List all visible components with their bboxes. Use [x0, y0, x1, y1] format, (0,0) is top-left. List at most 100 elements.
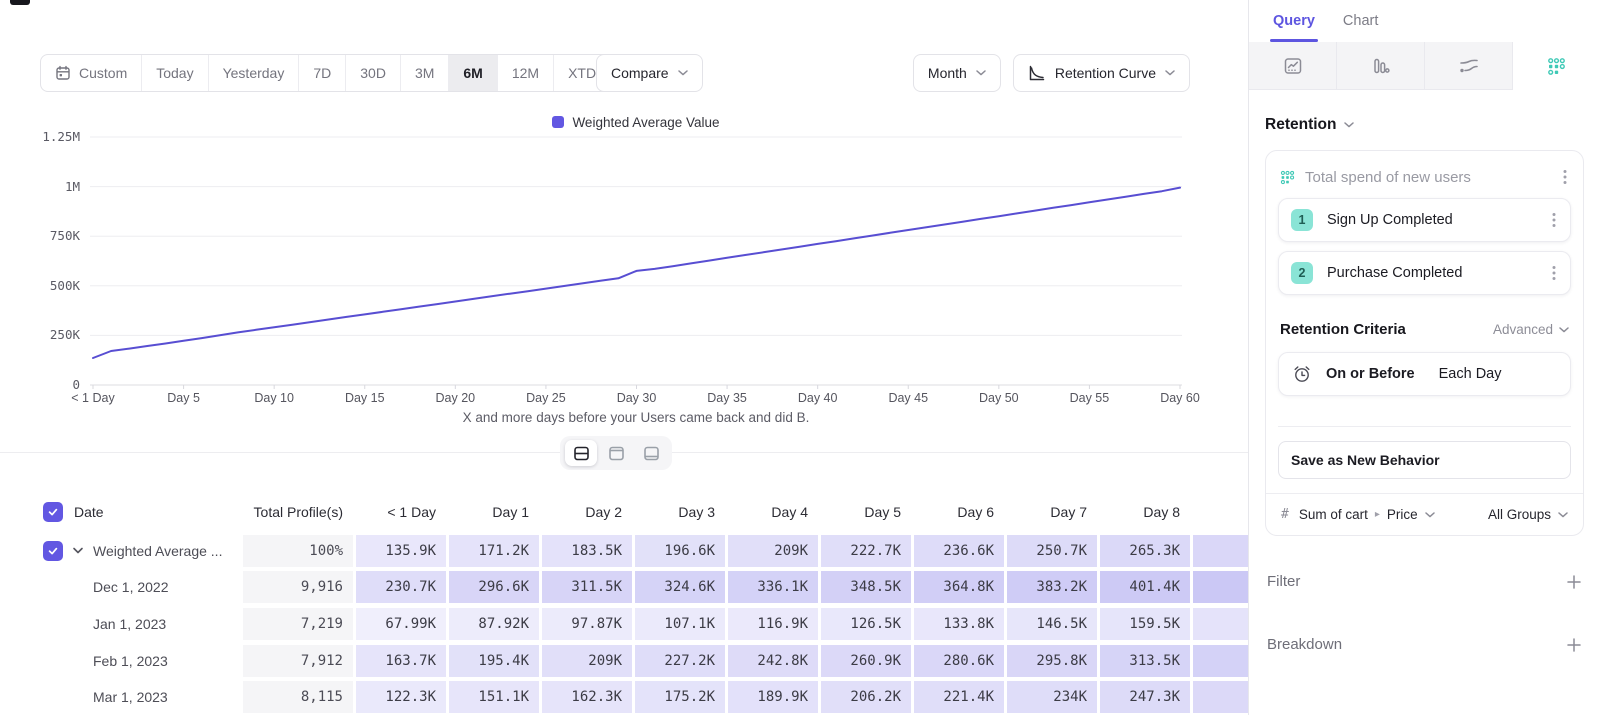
- retention-cell[interactable]: 348.5K: [821, 571, 911, 603]
- retention-cell[interactable]: 227.2K: [635, 645, 725, 677]
- retention-cell[interactable]: 206.2K: [821, 681, 911, 713]
- retention-cell[interactable]: 171.2K: [449, 535, 539, 567]
- timing-dropdown[interactable]: On or Before: [1326, 366, 1415, 382]
- range-option-12m[interactable]: 12M: [498, 55, 554, 91]
- retention-cell[interactable]: 67.99K: [356, 608, 446, 640]
- retention-cell-clipped[interactable]: [1193, 645, 1248, 677]
- kebab-menu-icon[interactable]: [1561, 167, 1569, 187]
- retention-cell[interactable]: 97.87K: [542, 608, 632, 640]
- advanced-dropdown[interactable]: Advanced: [1493, 322, 1569, 337]
- retention-cell[interactable]: 159.5K: [1100, 608, 1190, 640]
- retention-line-chart[interactable]: [0, 130, 1248, 400]
- group-dropdown[interactable]: All Groups: [1488, 507, 1568, 522]
- retention-timing-row[interactable]: On or Before Each Day: [1278, 352, 1571, 396]
- save-as-new-behavior-button[interactable]: Save as New Behavior: [1278, 441, 1571, 479]
- expand-chevron-icon[interactable]: [72, 547, 84, 555]
- retention-cell[interactable]: 230.7K: [356, 571, 446, 603]
- chart-type-dropdown[interactable]: Retention Curve: [1013, 54, 1190, 92]
- retention-cell[interactable]: 242.8K: [728, 645, 818, 677]
- tab-chart[interactable]: Chart: [1343, 0, 1378, 42]
- retention-cell[interactable]: 222.7K: [821, 535, 911, 567]
- query-section-dropdown[interactable]: Retention: [1265, 116, 1584, 134]
- range-option-30d[interactable]: 30D: [346, 55, 401, 91]
- table-row-date[interactable]: Jan 1, 2023: [0, 608, 240, 640]
- retention-cell[interactable]: 195.4K: [449, 645, 539, 677]
- table-row-date[interactable]: Dec 1, 2022: [0, 571, 240, 603]
- report-type-retention[interactable]: [1512, 42, 1600, 90]
- retention-cell[interactable]: 311.5K: [542, 571, 632, 603]
- range-option-today[interactable]: Today: [142, 55, 208, 91]
- range-option-3m[interactable]: 3M: [401, 55, 449, 91]
- retention-cell[interactable]: 162.3K: [542, 681, 632, 713]
- measure-property-dropdown[interactable]: Sum of cart ▸ Price: [1299, 507, 1435, 522]
- retention-cell-clipped[interactable]: [1193, 571, 1248, 603]
- retention-cell[interactable]: 126.5K: [821, 608, 911, 640]
- retention-cell[interactable]: 151.1K: [449, 681, 539, 713]
- range-option-yesterday[interactable]: Yesterday: [209, 55, 300, 91]
- total-profiles-cell[interactable]: 7,219: [243, 608, 353, 640]
- retention-cell[interactable]: 146.5K: [1007, 608, 1097, 640]
- retention-cell-clipped[interactable]: [1193, 681, 1248, 713]
- retention-cell[interactable]: 280.6K: [914, 645, 1004, 677]
- report-type-insights[interactable]: [1249, 42, 1336, 90]
- retention-curve-line[interactable]: [93, 188, 1180, 358]
- behavior-step-2[interactable]: 2 Purchase Completed: [1278, 251, 1571, 295]
- retention-cell[interactable]: 107.1K: [635, 608, 725, 640]
- range-option-7d[interactable]: 7D: [299, 55, 346, 91]
- table-row-date[interactable]: Mar 1, 2023: [0, 681, 240, 713]
- tab-query[interactable]: Query: [1273, 0, 1315, 42]
- compare-button[interactable]: Compare: [596, 54, 703, 92]
- retention-cell-clipped[interactable]: [1193, 608, 1248, 640]
- range-option-6m[interactable]: 6M: [449, 55, 497, 91]
- kebab-menu-icon[interactable]: [1550, 263, 1558, 283]
- split-view-button[interactable]: [565, 440, 597, 466]
- select-all-checkbox[interactable]: [43, 502, 63, 522]
- granularity-dropdown[interactable]: Month: [913, 54, 1001, 92]
- add-breakdown-button[interactable]: [1566, 637, 1582, 653]
- retention-cell[interactable]: 183.5K: [542, 535, 632, 567]
- table-view-button[interactable]: [635, 440, 667, 466]
- total-profiles-cell[interactable]: 8,115: [243, 681, 353, 713]
- behavior-step-1[interactable]: 1 Sign Up Completed: [1278, 198, 1571, 242]
- window-dropdown[interactable]: Each Day: [1439, 366, 1502, 382]
- retention-cell[interactable]: 296.6K: [449, 571, 539, 603]
- retention-cell[interactable]: 209K: [542, 645, 632, 677]
- retention-cell[interactable]: 401.4K: [1100, 571, 1190, 603]
- table-row-date[interactable]: Feb 1, 2023: [0, 645, 240, 677]
- retention-cell[interactable]: 234K: [1007, 681, 1097, 713]
- retention-cell[interactable]: 313.5K: [1100, 645, 1190, 677]
- retention-cell[interactable]: 247.3K: [1100, 681, 1190, 713]
- range-option-custom[interactable]: Custom: [41, 55, 142, 91]
- retention-cell[interactable]: 383.2K: [1007, 571, 1097, 603]
- report-type-funnels[interactable]: [1336, 42, 1424, 90]
- report-type-flows[interactable]: [1424, 42, 1512, 90]
- row-checkbox[interactable]: [43, 541, 63, 561]
- retention-cell[interactable]: 116.9K: [728, 608, 818, 640]
- retention-cell[interactable]: 236.6K: [914, 535, 1004, 567]
- retention-cell[interactable]: 250.7K: [1007, 535, 1097, 567]
- retention-cell[interactable]: 122.3K: [356, 681, 446, 713]
- retention-cell[interactable]: 265.3K: [1100, 535, 1190, 567]
- table-row-date[interactable]: Weighted Average ...: [0, 535, 240, 567]
- add-filter-button[interactable]: [1566, 574, 1582, 590]
- retention-cell[interactable]: 189.9K: [728, 681, 818, 713]
- behavior-header[interactable]: Total spend of new users: [1278, 163, 1571, 198]
- retention-cell[interactable]: 260.9K: [821, 645, 911, 677]
- retention-cell[interactable]: 163.7K: [356, 645, 446, 677]
- chart-legend[interactable]: Weighted Average Value: [90, 112, 1182, 132]
- total-profiles-cell[interactable]: 100%: [243, 535, 353, 567]
- total-profiles-cell[interactable]: 9,916: [243, 571, 353, 603]
- retention-cell[interactable]: 221.4K: [914, 681, 1004, 713]
- chart-view-button[interactable]: [600, 440, 632, 466]
- retention-cell[interactable]: 196.6K: [635, 535, 725, 567]
- retention-cell-clipped[interactable]: [1193, 535, 1248, 567]
- retention-cell[interactable]: 295.8K: [1007, 645, 1097, 677]
- retention-cell[interactable]: 209K: [728, 535, 818, 567]
- kebab-menu-icon[interactable]: [1550, 210, 1558, 230]
- retention-cell[interactable]: 364.8K: [914, 571, 1004, 603]
- retention-cell[interactable]: 133.8K: [914, 608, 1004, 640]
- retention-cell[interactable]: 336.1K: [728, 571, 818, 603]
- retention-cell[interactable]: 175.2K: [635, 681, 725, 713]
- total-profiles-cell[interactable]: 7,912: [243, 645, 353, 677]
- retention-cell[interactable]: 135.9K: [356, 535, 446, 567]
